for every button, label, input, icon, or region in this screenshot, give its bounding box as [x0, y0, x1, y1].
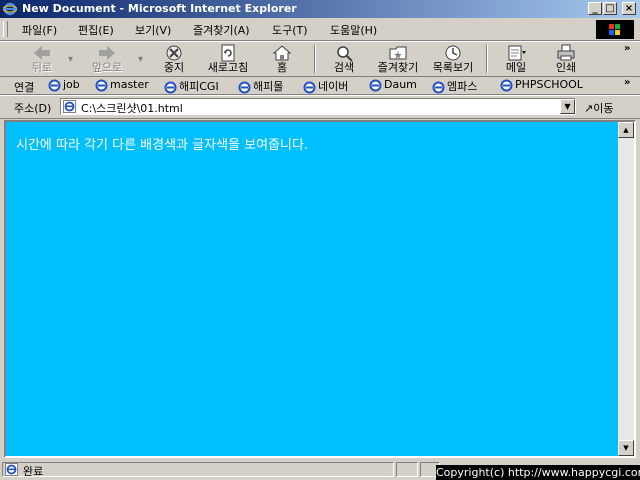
- go-label: 이동: [593, 102, 614, 115]
- windows-logo-icon: [596, 20, 634, 39]
- home-button[interactable]: 홈: [264, 44, 300, 74]
- back-arrow-icon: [34, 46, 50, 60]
- menu-help[interactable]: 도움말(H): [330, 22, 377, 38]
- menu-bar: 파일(F) 편집(E) 보기(V) 즐겨찾기(A) 도구(T) 도움말(H): [0, 18, 640, 41]
- favorites-folder-icon: [389, 46, 407, 60]
- ie-page-icon: [500, 79, 513, 91]
- ie-page-icon: [5, 463, 18, 476]
- scroll-up-button[interactable]: ▲: [618, 122, 634, 138]
- copyright-watermark: Copyright(c) http://www.happycgi.com: [436, 465, 640, 480]
- page-message: 시간에 따라 각기 다른 배경색과 글자색을 보여줍니다.: [16, 138, 309, 153]
- status-pane: [396, 462, 418, 477]
- history-icon: [445, 45, 461, 61]
- minimize-button[interactable]: _: [588, 2, 602, 15]
- menu-tools[interactable]: 도구(T): [272, 22, 308, 38]
- vertical-scrollbar[interactable]: ▲ ▼: [618, 122, 634, 456]
- back-button[interactable]: 뒤로: [20, 44, 64, 74]
- menu-view[interactable]: 보기(V): [135, 22, 171, 38]
- stop-icon: [166, 45, 182, 61]
- toolbar-grip[interactable]: [3, 21, 8, 37]
- mail-icon: [508, 45, 526, 61]
- address-input[interactable]: C:\스크린샷\01.html ▼: [60, 98, 576, 115]
- ie-page-icon: [432, 81, 445, 93]
- link-naver[interactable]: 네이버: [303, 78, 348, 94]
- link-job[interactable]: job: [48, 78, 80, 92]
- ie-page-icon: [369, 79, 382, 91]
- go-button[interactable]: ↗이동: [584, 100, 613, 116]
- refresh-icon: [221, 44, 235, 62]
- status-text: 완료: [23, 465, 44, 478]
- ie-page-icon: [63, 100, 76, 113]
- mail-button[interactable]: 메일: [496, 44, 536, 74]
- ie-page-icon: [164, 81, 177, 93]
- address-dropdown-button[interactable]: ▼: [560, 99, 575, 114]
- back-dropdown-icon[interactable]: ▾: [68, 54, 73, 65]
- history-button[interactable]: 목록보기: [426, 44, 480, 74]
- menu-favorites[interactable]: 즐겨찾기(A): [193, 22, 250, 38]
- links-bar: 연결 job master 해피CGI 해피몰 네이버 Daum 엠파스 PHP…: [0, 76, 640, 95]
- search-button[interactable]: 검색: [326, 44, 362, 74]
- close-button[interactable]: ×: [622, 2, 636, 15]
- search-icon: [337, 46, 353, 62]
- page-content: 시간에 따라 각기 다른 배경색과 글자색을 보여줍니다.: [6, 122, 618, 456]
- refresh-button[interactable]: 새로고침: [200, 44, 256, 74]
- links-more-chevron-icon[interactable]: »: [624, 77, 630, 88]
- standard-toolbar: 뒤로 ▾ 앞으로 ▾ 중지 새로고침 홈 검색 즐겨찾기 목록보기 메일 인쇄 …: [0, 41, 640, 77]
- link-empas[interactable]: 엠파스: [432, 78, 477, 94]
- link-master[interactable]: master: [95, 78, 149, 92]
- ie-page-icon: [95, 79, 108, 91]
- maximize-button[interactable]: □: [603, 2, 617, 15]
- forward-dropdown-icon[interactable]: ▾: [138, 54, 143, 65]
- window-title: New Document - Microsoft Internet Explor…: [22, 2, 297, 15]
- link-happycgi[interactable]: 해피CGI: [164, 78, 219, 94]
- links-label: 연결: [14, 81, 35, 94]
- print-button[interactable]: 인쇄: [546, 44, 586, 74]
- printer-icon: [557, 44, 575, 61]
- scroll-down-button[interactable]: ▼: [618, 440, 634, 456]
- menu-file[interactable]: 파일(F): [22, 22, 57, 38]
- title-bar: New Document - Microsoft Internet Explor…: [0, 0, 640, 18]
- status-main-pane: 완료: [2, 462, 394, 478]
- link-daum[interactable]: Daum: [369, 78, 417, 92]
- go-arrow-icon: ↗: [584, 102, 594, 115]
- ie-page-icon: [48, 79, 61, 91]
- address-label: 주소(D): [14, 102, 52, 115]
- toolbar-separator: [314, 45, 316, 73]
- toolbar-more-chevron-icon[interactable]: »: [624, 43, 630, 54]
- ie-page-icon: [238, 81, 251, 93]
- favorites-button[interactable]: 즐겨찾기: [370, 44, 426, 74]
- toolbar-separator: [486, 45, 488, 73]
- ie-logo-icon: [3, 2, 17, 16]
- page-viewport: 시간에 따라 각기 다른 배경색과 글자색을 보여줍니다. ▲ ▼: [4, 120, 636, 458]
- home-icon: [272, 45, 292, 61]
- address-url: C:\스크린샷\01.html: [81, 102, 183, 115]
- forward-arrow-icon: [99, 46, 115, 60]
- menu-edit[interactable]: 편집(E): [78, 22, 114, 38]
- link-phpschool[interactable]: PHPSCHOOL: [500, 78, 583, 92]
- ie-page-icon: [303, 81, 316, 93]
- stop-button[interactable]: 중지: [156, 44, 192, 74]
- forward-button[interactable]: 앞으로: [82, 44, 132, 74]
- link-happymall[interactable]: 해피몰: [238, 78, 283, 94]
- address-bar: 주소(D) C:\스크린샷\01.html ▼ ↗이동: [0, 95, 640, 119]
